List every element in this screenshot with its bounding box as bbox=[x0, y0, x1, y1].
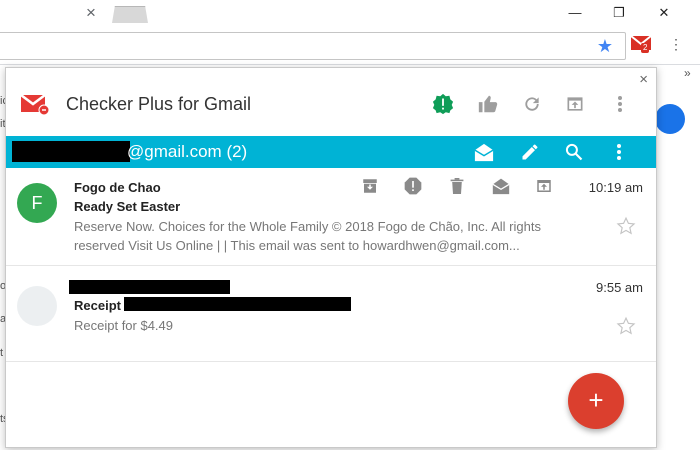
avatar bbox=[17, 286, 57, 326]
chrome-menu-icon[interactable]: ⋮ bbox=[669, 37, 683, 51]
email-row[interactable]: Receipt Receipt for $4.49 9:55 am bbox=[6, 266, 656, 362]
email-row[interactable]: F Fogo de Chao Ready Set Easter Reserve … bbox=[6, 168, 656, 266]
email-snippet-line: reserved Visit Us Online | | This email … bbox=[74, 238, 520, 253]
account-email: @gmail.com (2) bbox=[127, 142, 248, 161]
like-icon[interactable] bbox=[476, 92, 500, 116]
bookmarks-overflow-icon[interactable]: » bbox=[684, 66, 691, 80]
restore-icon[interactable]: ❐ bbox=[612, 6, 626, 20]
bg-page-button bbox=[655, 104, 685, 134]
address-bar[interactable]: ★ bbox=[0, 32, 626, 60]
report-spam-icon[interactable] bbox=[402, 175, 424, 197]
bg-page-text: t bbox=[0, 347, 4, 359]
email-snippet: Receipt for $4.49 bbox=[74, 316, 173, 335]
tab-strip: × — ❐ ✕ bbox=[0, 0, 700, 28]
unread-count-badge: 2 bbox=[641, 43, 650, 53]
account-more-icon[interactable] bbox=[607, 140, 631, 164]
account-bar[interactable]: @gmail.com (2) bbox=[6, 136, 656, 168]
star-icon[interactable] bbox=[616, 216, 636, 236]
bookmark-star-icon[interactable]: ★ bbox=[597, 36, 613, 56]
redacted-subject bbox=[124, 297, 351, 311]
mark-all-read-icon[interactable] bbox=[472, 140, 496, 164]
popup-header: Checker Plus for Gmail bbox=[6, 68, 656, 136]
minimize-icon[interactable]: — bbox=[568, 6, 582, 20]
new-tab-button[interactable] bbox=[112, 6, 148, 23]
email-snippet: Reserve Now. Choices for the Whole Famil… bbox=[74, 217, 541, 255]
mark-read-icon[interactable] bbox=[490, 175, 512, 197]
redacted-sender bbox=[69, 280, 230, 294]
email-time: 9:55 am bbox=[596, 280, 643, 295]
redacted-account-name bbox=[12, 141, 130, 162]
star-icon[interactable] bbox=[616, 316, 636, 336]
email-snippet-line: Reserve Now. Choices for the Whole Famil… bbox=[74, 219, 541, 234]
more-vert-icon[interactable] bbox=[608, 92, 632, 116]
compose-fab-button[interactable]: + bbox=[568, 373, 624, 429]
search-icon[interactable] bbox=[562, 140, 586, 164]
email-time: 10:19 am bbox=[588, 180, 643, 195]
open-email-icon[interactable] bbox=[533, 175, 555, 197]
spam-icon[interactable] bbox=[431, 92, 455, 116]
popup-title: Checker Plus for Gmail bbox=[66, 94, 252, 114]
compose-icon[interactable] bbox=[518, 140, 542, 164]
gmail-logo-icon bbox=[21, 94, 49, 115]
window-close-icon[interactable]: ✕ bbox=[657, 6, 671, 20]
open-in-tab-icon[interactable] bbox=[563, 92, 587, 116]
browser-toolbar: ★ 2 ⋮ bbox=[0, 28, 700, 65]
checker-plus-popup: × Checker Plus for Gmail @gmail.com (2) bbox=[5, 67, 657, 448]
email-subject: Ready Set Easter bbox=[74, 199, 181, 214]
delete-icon[interactable] bbox=[446, 175, 468, 197]
email-sender: Fogo de Chao bbox=[74, 180, 161, 195]
refresh-icon[interactable] bbox=[520, 92, 544, 116]
archive-icon[interactable] bbox=[359, 175, 381, 197]
email-snippet-line: Receipt for $4.49 bbox=[74, 318, 174, 333]
avatar: F bbox=[17, 183, 57, 223]
email-subject: Receipt bbox=[74, 298, 121, 313]
tab-close-icon[interactable]: × bbox=[86, 4, 100, 21]
checker-plus-extension-icon[interactable]: 2 bbox=[630, 34, 652, 54]
